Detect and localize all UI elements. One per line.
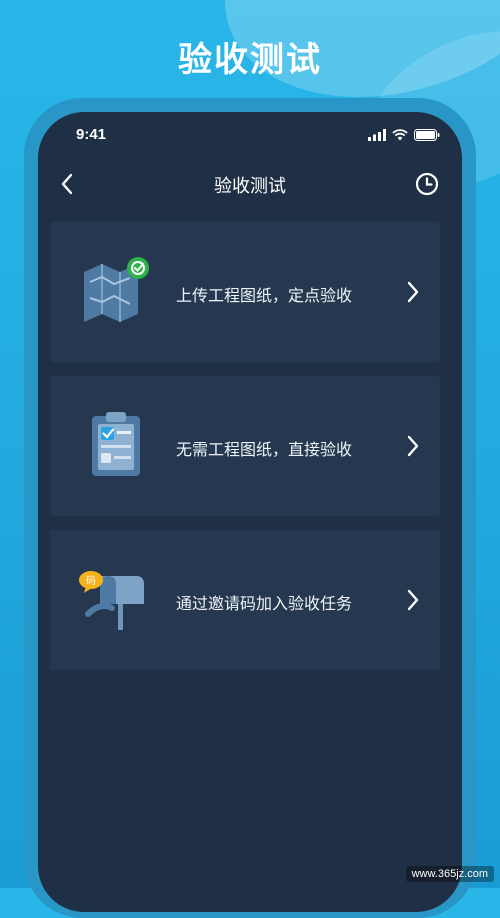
promo-headline: 验收测试 bbox=[178, 40, 322, 80]
svg-text:码: 码 bbox=[86, 575, 96, 587]
phone-screen: 9:41 验收测试 上传工程图纸，定点验收 无需工程图纸，直接验收 码 通过邀请… bbox=[38, 112, 462, 912]
card-label: 无需工程图纸，直接验收 bbox=[176, 440, 353, 459]
status-time: 9:41 bbox=[76, 126, 107, 143]
chevron-right-icon bbox=[407, 281, 419, 303]
blueprint-map-check-icon bbox=[84, 257, 149, 322]
page-title: 验收测试 bbox=[214, 176, 286, 197]
clipboard-checklist-icon bbox=[92, 412, 140, 476]
card-invite-code[interactable]: 码 通过邀请码加入验收任务 bbox=[50, 530, 440, 670]
wifi-icon bbox=[392, 129, 408, 141]
chevron-right-icon bbox=[407, 589, 419, 611]
history-button[interactable] bbox=[414, 171, 440, 197]
site-watermark: www.365jz.com bbox=[405, 866, 494, 882]
card-label: 通过邀请码加入验收任务 bbox=[176, 594, 353, 613]
status-icons bbox=[368, 129, 440, 141]
status-bar: 9:41 bbox=[38, 126, 462, 148]
card-direct-acceptance[interactable]: 无需工程图纸，直接验收 bbox=[50, 376, 440, 516]
chevron-right-icon bbox=[407, 435, 419, 457]
card-upload-drawing[interactable]: 上传工程图纸，定点验收 bbox=[50, 222, 440, 362]
mailbox-invite-icon: 码 bbox=[79, 571, 144, 630]
signal-icon bbox=[368, 129, 386, 141]
clock-icon bbox=[415, 172, 439, 196]
battery-icon bbox=[414, 129, 440, 141]
card-label: 上传工程图纸，定点验收 bbox=[176, 286, 353, 305]
nav-bar: 验收测试 bbox=[38, 164, 462, 204]
